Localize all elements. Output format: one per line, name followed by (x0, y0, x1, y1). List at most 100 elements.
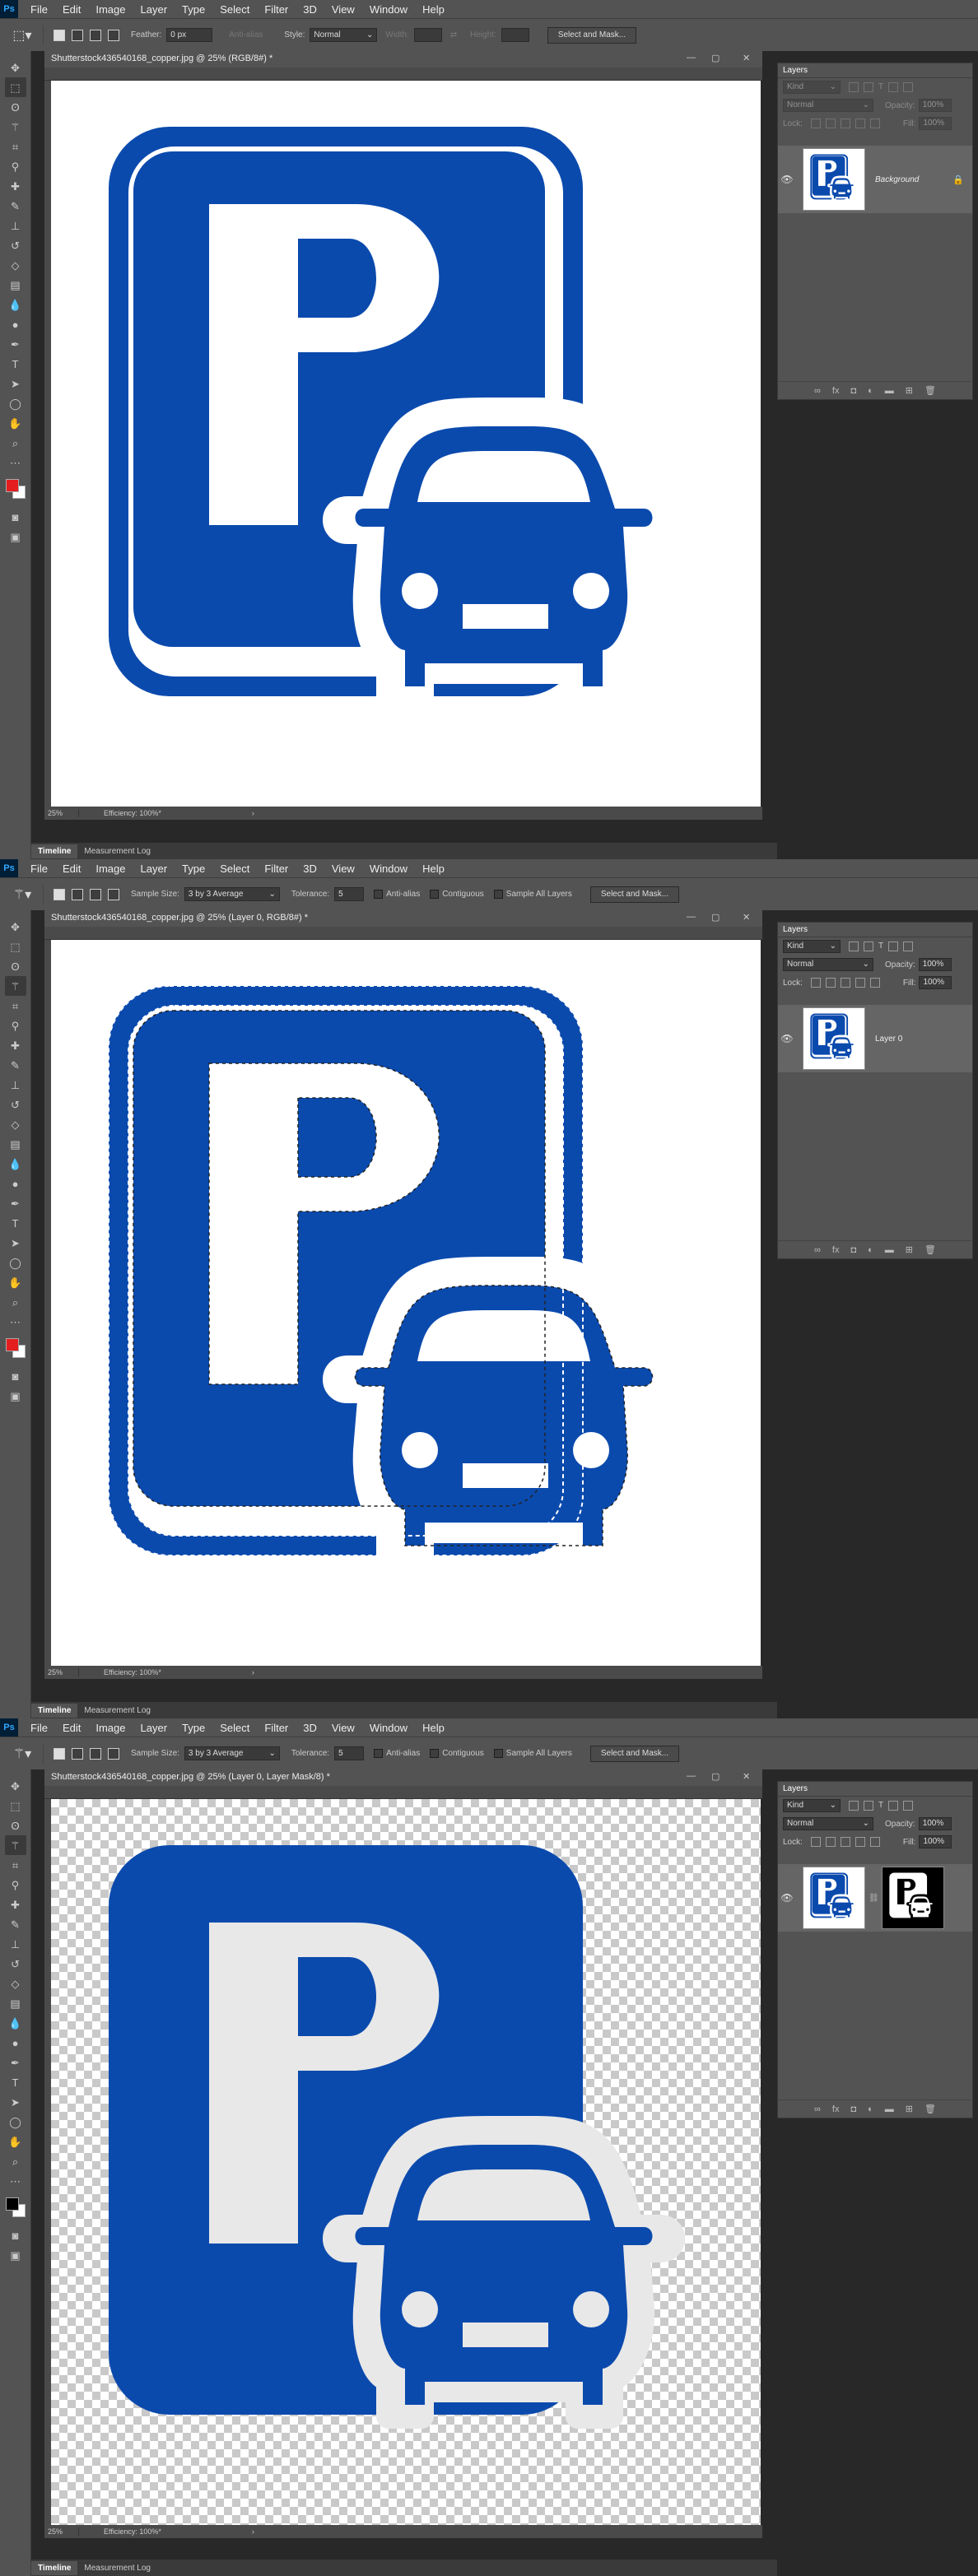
sample-size-select[interactable]: 3 by 3 Average ⌄ (184, 887, 280, 901)
subtract-from-selection-icon[interactable] (90, 29, 101, 41)
menu-filter[interactable]: Filter (257, 1722, 296, 1734)
zoom-level[interactable]: 25% (44, 1668, 79, 1676)
tab-measurement-log[interactable]: Measurement Log (77, 844, 157, 858)
opacity-input[interactable]: 100% (918, 99, 952, 112)
intersect-selection-icon[interactable] (108, 888, 119, 900)
layer-mask-thumbnail[interactable] (882, 1867, 944, 1929)
shape-filter-icon[interactable] (888, 1801, 899, 1811)
lock-artboard-icon[interactable] (855, 119, 865, 128)
clone-stamp-icon[interactable]: ⊥ (5, 1934, 26, 1954)
document-tab[interactable]: Shutterstock436540168_copper.jpg @ 25% (… (44, 910, 762, 927)
foreground-color[interactable] (5, 1338, 19, 1351)
history-brush-icon[interactable]: ↺ (5, 1954, 26, 1974)
clone-stamp-icon[interactable]: ⊥ (5, 216, 26, 235)
restore-icon[interactable]: ▢ (711, 53, 720, 63)
magic-wand-preset-icon[interactable]: ⚚▾ (8, 884, 36, 905)
lock-image-icon[interactable] (825, 119, 836, 128)
zoom-icon[interactable]: ⌕ (5, 433, 26, 453)
sample-size-select[interactable]: 3 by 3 Average ⌄ (184, 1746, 280, 1760)
rectangular-marquee-preset-icon[interactable]: ⬚▾ (8, 25, 36, 46)
link-layers-icon[interactable]: ∞ (814, 1245, 821, 1255)
fill-input[interactable]: 100% (919, 1835, 952, 1848)
adjustment-layer-icon[interactable]: ◐ (868, 2104, 873, 2114)
path-selection-icon[interactable]: ➤ (5, 2092, 26, 2112)
zoom-level[interactable]: 25% (44, 2527, 79, 2536)
lock-all-icon[interactable] (869, 119, 880, 128)
lock-transparent-icon[interactable] (810, 1837, 821, 1847)
lasso-icon[interactable]: ʘ (5, 1816, 26, 1835)
shape-icon[interactable]: ◯ (5, 393, 26, 413)
path-selection-icon[interactable]: ➤ (5, 374, 26, 393)
blur-icon[interactable]: 💧 (5, 1154, 26, 1174)
add-mask-icon[interactable]: ◘ (850, 386, 856, 396)
adjustment-layer-icon[interactable]: ◐ (868, 1245, 873, 1255)
healing-brush-icon[interactable]: ✚ (5, 1035, 26, 1055)
layer-row[interactable]: 👁 Layer 0 (778, 1005, 972, 1072)
magic-wand-icon[interactable]: ⚚ (5, 117, 26, 137)
add-to-selection-icon[interactable] (72, 1747, 83, 1760)
lasso-icon[interactable]: ʘ (5, 956, 26, 976)
tab-measurement-log[interactable]: Measurement Log (77, 2561, 157, 2575)
menu-select[interactable]: Select (212, 1722, 257, 1734)
new-group-icon[interactable]: ▬ (885, 386, 894, 396)
width-input[interactable] (413, 28, 442, 42)
menu-view[interactable]: View (324, 863, 362, 875)
layer-row[interactable]: 👁 ⛓ (778, 1864, 972, 1932)
chevron-right-icon[interactable]: › (252, 1668, 254, 1676)
kind-select[interactable]: Kind ⌄ (783, 81, 841, 94)
hand-icon[interactable]: ✋ (5, 413, 26, 433)
lock-all-icon[interactable] (869, 978, 880, 988)
layers-tab[interactable]: Layers (778, 1782, 972, 1797)
type-filter-icon[interactable]: T (878, 1801, 883, 1811)
anti-alias-checkbox[interactable] (374, 1749, 384, 1758)
eraser-icon[interactable]: ◇ (5, 1114, 26, 1134)
minimize-icon[interactable]: — (687, 912, 696, 922)
zoom-icon[interactable]: ⌕ (5, 2151, 26, 2171)
smart-object-filter-icon[interactable] (903, 82, 914, 92)
canvas[interactable] (51, 940, 761, 1666)
pixel-filter-icon[interactable] (849, 942, 859, 951)
adjustment-layer-icon[interactable]: ◐ (868, 386, 873, 396)
new-group-icon[interactable]: ▬ (885, 2104, 894, 2114)
visibility-eye-icon[interactable]: 👁 (778, 1033, 796, 1044)
menu-3d[interactable]: 3D (296, 3, 324, 16)
history-brush-icon[interactable]: ↺ (5, 235, 26, 255)
anti-alias-checkbox[interactable] (374, 890, 384, 899)
lock-transparent-icon[interactable] (810, 119, 821, 128)
tolerance-input[interactable]: 5 (334, 1746, 365, 1760)
menu-edit[interactable]: Edit (55, 863, 88, 875)
layer-style-icon[interactable]: fx (832, 386, 840, 396)
intersect-selection-icon[interactable] (108, 1747, 119, 1760)
screen-mode-icon[interactable]: ▣ (5, 2245, 26, 2265)
eraser-icon[interactable]: ◇ (5, 1974, 26, 1993)
close-icon[interactable]: ✕ (743, 1771, 750, 1782)
foreground-color[interactable] (5, 479, 19, 492)
foreground-color[interactable] (5, 2197, 19, 2211)
brush-icon[interactable]: ✎ (5, 1055, 26, 1075)
document-tab[interactable]: Shutterstock436540168_copper.jpg @ 25% (… (44, 51, 762, 67)
brush-icon[interactable]: ✎ (5, 1914, 26, 1934)
lock-image-icon[interactable] (825, 1837, 836, 1847)
new-layer-icon[interactable]: ⊞ (906, 2104, 913, 2114)
gradient-icon[interactable]: ▤ (5, 275, 26, 295)
lock-image-icon[interactable] (825, 978, 836, 988)
path-selection-icon[interactable]: ➤ (5, 1233, 26, 1253)
screen-mode-icon[interactable]: ▣ (5, 527, 26, 546)
lock-all-icon[interactable] (869, 1837, 880, 1847)
canvas[interactable] (51, 81, 761, 807)
add-to-selection-icon[interactable] (72, 888, 83, 900)
screen-mode-icon[interactable]: ▣ (5, 1386, 26, 1406)
eraser-icon[interactable]: ◇ (5, 255, 26, 275)
gradient-icon[interactable]: ▤ (5, 1134, 26, 1154)
menu-filter[interactable]: Filter (257, 863, 296, 875)
new-layer-icon[interactable]: ⊞ (906, 1244, 913, 1255)
layers-tab[interactable]: Layers (778, 63, 972, 78)
add-to-selection-icon[interactable] (72, 29, 83, 41)
menu-image[interactable]: Image (88, 3, 133, 16)
layers-tab[interactable]: Layers (778, 923, 972, 937)
minimize-icon[interactable]: — (687, 1771, 696, 1781)
select-and-mask-button[interactable]: Select and Mask... (547, 26, 637, 44)
new-selection-icon[interactable] (54, 1747, 65, 1760)
pen-icon[interactable]: ✒ (5, 334, 26, 354)
zoom-level[interactable]: 25% (44, 809, 79, 817)
